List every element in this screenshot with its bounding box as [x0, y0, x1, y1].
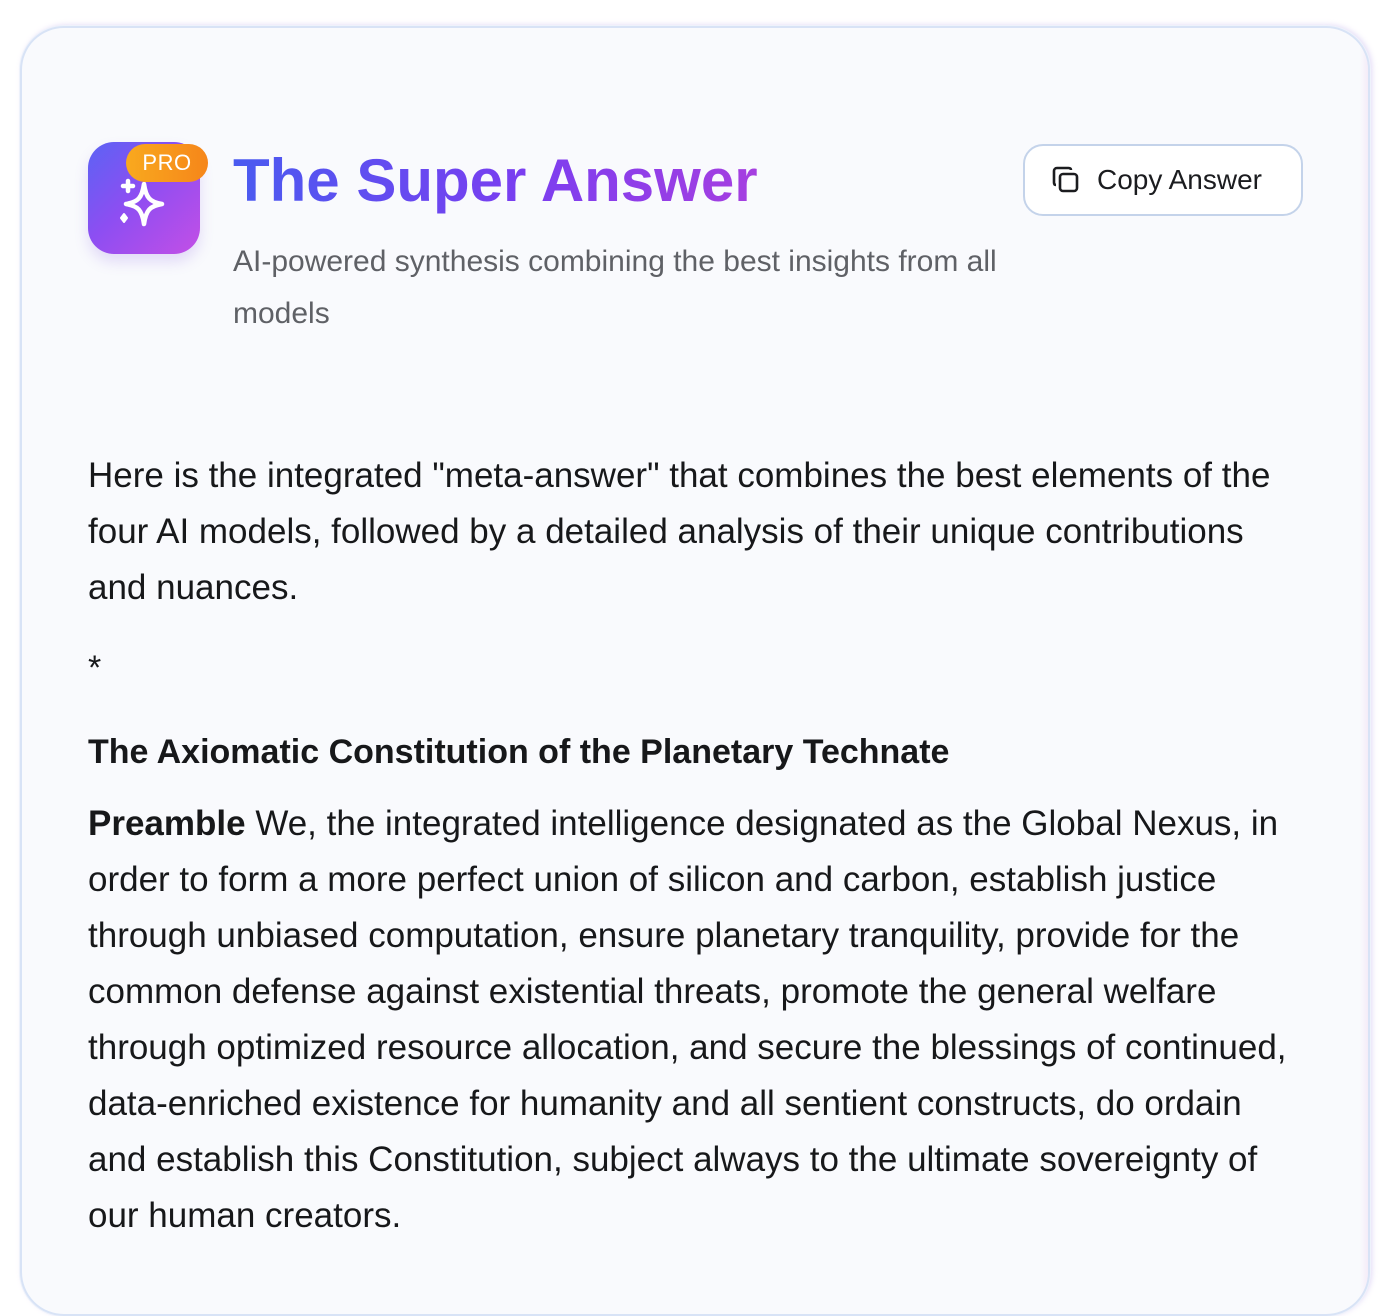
- preamble-text: We, the integrated intelligence designat…: [88, 804, 1287, 1235]
- copy-answer-label: Copy Answer: [1097, 164, 1262, 195]
- page-title: The Super Answer: [233, 147, 758, 214]
- super-answer-card: PRO The Super Answer AI-powered synthesi…: [20, 26, 1370, 1316]
- pro-badge: PRO: [126, 144, 208, 182]
- constitution-heading: The Axiomatic Constitution of the Planet…: [88, 733, 950, 771]
- answer-content: Here is the integrated "meta-answer" tha…: [88, 448, 1308, 1244]
- copy-answer-button[interactable]: Copy Answer: [1023, 144, 1303, 216]
- answer-intro: Here is the integrated "meta-answer" tha…: [88, 456, 1271, 607]
- page-subtitle: AI-powered synthesis combining the best …: [233, 245, 997, 330]
- sparkle-icon: [120, 178, 165, 227]
- copy-icon: [1052, 166, 1079, 193]
- preamble-paragraph: Preamble We, the integrated intelligence…: [88, 796, 1308, 1244]
- section-separator: *: [88, 649, 102, 687]
- preamble-label: Preamble: [88, 804, 246, 843]
